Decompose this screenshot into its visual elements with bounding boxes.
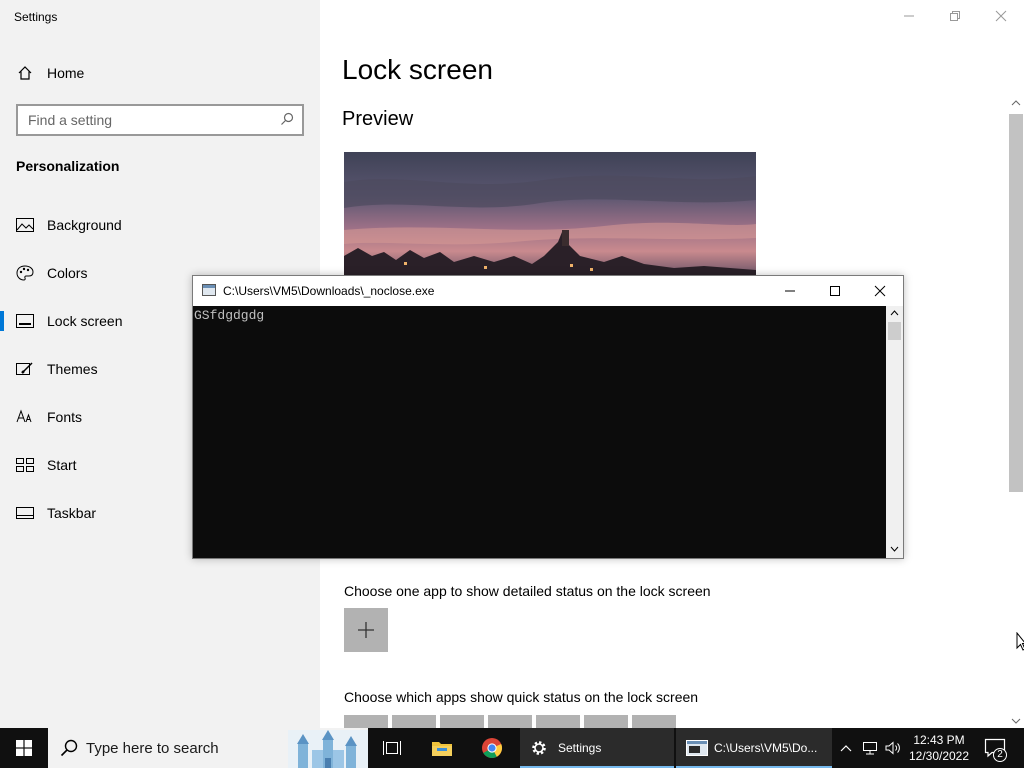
plus-icon — [358, 622, 374, 638]
taskbar-clock[interactable]: 12:43 PM 12/30/2022 — [904, 732, 974, 764]
quick-status-slot[interactable] — [392, 715, 436, 728]
notification-count-badge: 2 — [993, 748, 1007, 762]
windows-logo-icon — [16, 740, 32, 756]
clock-date: 12/30/2022 — [908, 749, 970, 763]
search-icon[interactable] — [280, 112, 294, 131]
quick-status-slot[interactable] — [536, 715, 580, 728]
quick-status-slot[interactable] — [632, 715, 676, 728]
scroll-thumb[interactable] — [1009, 114, 1023, 492]
nav-item-label: Lock screen — [47, 313, 123, 329]
console-app-icon — [202, 284, 216, 296]
preview-heading: Preview — [342, 108, 414, 130]
console-scroll-thumb[interactable] — [888, 322, 901, 340]
mouse-cursor-icon — [1016, 632, 1024, 651]
task-view-icon — [383, 741, 401, 755]
task-view-button[interactable] — [368, 728, 416, 768]
scroll-up-arrow-icon[interactable] — [890, 310, 899, 316]
nav-item-label: Fonts — [47, 409, 83, 425]
quick-status-slot[interactable] — [440, 715, 484, 728]
section-personalization: Personalization — [16, 158, 120, 174]
palette-icon — [16, 264, 34, 282]
find-setting-search[interactable] — [16, 104, 304, 136]
quick-status-slot[interactable] — [584, 715, 628, 728]
restore-icon — [950, 11, 960, 21]
console-window[interactable]: C:\Users\VM5\Downloads\_noclose.exe GSfd… — [192, 275, 904, 559]
detailed-status-label: Choose one app to show detailed status o… — [344, 583, 711, 599]
gear-icon — [532, 741, 546, 755]
minimize-icon — [785, 290, 795, 292]
nav-item-label: Background — [47, 217, 122, 233]
lock-screen-preview-image — [344, 152, 756, 276]
nav-home-label: Home — [47, 65, 85, 81]
page-title: Lock screen — [342, 54, 493, 85]
quick-status-label: Choose which apps show quick status on t… — [344, 689, 699, 705]
close-icon — [995, 10, 1007, 22]
network-icon[interactable] — [862, 740, 878, 756]
taskbar-settings-label: Settings — [558, 741, 602, 755]
nav-item-background[interactable]: Background — [0, 205, 320, 245]
taskbar-console-label: C:\Users\VM5\Do... — [714, 741, 818, 755]
taskbar: Settings C:\Users\VM5\Do... 12:43 PM 12/… — [0, 728, 1024, 768]
maximize-icon — [830, 286, 840, 296]
chrome-icon — [482, 738, 503, 759]
taskbar-search-input[interactable] — [86, 728, 286, 768]
console-output-text: GSfdgdgdg — [194, 308, 265, 323]
taskbar-console-button[interactable]: C:\Users\VM5\Do... — [676, 728, 832, 768]
minimize-button[interactable] — [886, 0, 932, 32]
search-highlight-castle-icon — [288, 730, 368, 768]
find-setting-input[interactable] — [18, 106, 268, 134]
lock-screen-icon — [16, 312, 34, 330]
taskbar-settings-button[interactable]: Settings — [520, 728, 674, 768]
console-close-button[interactable] — [857, 276, 903, 306]
close-icon — [874, 285, 886, 297]
add-detailed-status-app-button[interactable] — [344, 608, 388, 652]
nav-item-label: Taskbar — [47, 505, 97, 521]
nav-item-label: Themes — [47, 361, 98, 377]
font-icon — [16, 408, 34, 426]
close-button[interactable] — [978, 0, 1024, 32]
quick-status-slot[interactable] — [344, 715, 388, 728]
scroll-down-arrow-icon[interactable] — [1008, 714, 1024, 728]
window-title: Settings — [14, 10, 58, 24]
clock-time: 12:43 PM — [913, 733, 965, 747]
console-maximize-button[interactable] — [812, 276, 858, 306]
show-hidden-icons-chevron-icon[interactable] — [838, 740, 854, 756]
console-scrollbar[interactable] — [886, 306, 903, 558]
search-icon — [60, 739, 78, 762]
console-titlebar[interactable]: C:\Users\VM5\Downloads\_noclose.exe — [193, 276, 903, 306]
nav-item-label: Colors — [47, 265, 88, 281]
start-icon — [16, 456, 34, 474]
volume-icon[interactable] — [885, 740, 901, 756]
minimize-icon — [904, 15, 914, 17]
nav-home[interactable]: Home — [0, 56, 320, 90]
home-icon — [16, 64, 34, 82]
taskbar-icon — [16, 504, 34, 522]
restore-button[interactable] — [932, 0, 978, 32]
quick-status-slot[interactable] — [488, 715, 532, 728]
console-title: C:\Users\VM5\Downloads\_noclose.exe — [223, 284, 435, 298]
taskbar-search-box[interactable] — [48, 728, 368, 768]
start-button[interactable] — [0, 728, 48, 768]
scroll-down-arrow-icon[interactable] — [890, 546, 899, 552]
folder-icon — [432, 742, 452, 756]
chrome-button[interactable] — [468, 728, 516, 768]
brush-icon — [16, 360, 34, 378]
nav-item-label: Start — [47, 457, 77, 473]
console-app-icon — [686, 740, 708, 756]
file-explorer-button[interactable] — [418, 728, 466, 768]
scroll-up-arrow-icon[interactable] — [1008, 96, 1024, 110]
picture-icon — [16, 216, 34, 234]
console-output-area[interactable]: GSfdgdgdg — [193, 306, 886, 558]
console-minimize-button[interactable] — [767, 276, 813, 306]
